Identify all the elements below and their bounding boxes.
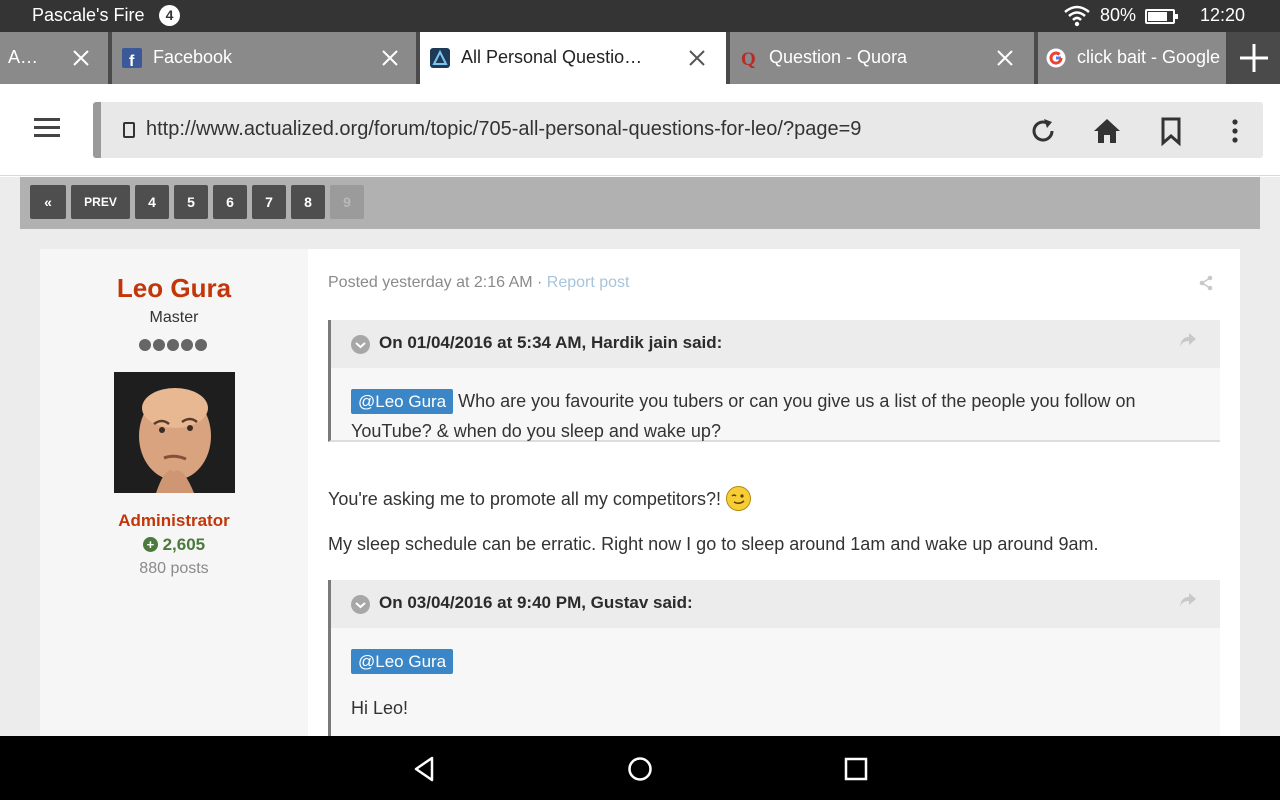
tab-title: A…: [8, 47, 39, 67]
quote-citation: On 03/04/2016 at 9:40 PM, Gustav said:: [379, 593, 693, 612]
tab-title: All Personal Questio…: [461, 47, 643, 67]
author-rank: Master: [149, 309, 199, 326]
go-to-quoted-post-icon[interactable]: [1179, 332, 1197, 348]
actualized-icon: [430, 48, 450, 68]
system-nav-bar: [0, 736, 1280, 800]
facebook-icon: f: [122, 48, 142, 68]
hamburger-menu-icon[interactable]: [34, 118, 60, 140]
forum-post: Leo Gura Master Administrator + 2,605 88…: [40, 249, 1240, 736]
chevron-down-icon[interactable]: [351, 595, 370, 614]
quote-text: Who are you favourite you tubers or can …: [351, 391, 1136, 441]
tab-strip: A… f Facebook All Personal Questio… Q Qu…: [0, 32, 1280, 84]
url-text[interactable]: http://www.actualized.org/forum/topic/70…: [146, 118, 861, 141]
meta-separator: ·: [532, 274, 547, 291]
close-icon[interactable]: [995, 48, 1015, 68]
notification-app-title: Pascale's Fire: [32, 5, 145, 25]
back-icon[interactable]: [410, 754, 440, 784]
first-page-button[interactable]: «: [30, 185, 66, 219]
mention-tag[interactable]: @Leo Gura: [351, 649, 454, 674]
avatar[interactable]: [114, 372, 235, 493]
reply-paragraph: My sleep schedule can be erratic. Right …: [328, 534, 1099, 554]
page-4-button[interactable]: 4: [135, 185, 169, 219]
reputation-value: 2,605: [162, 535, 206, 554]
tab-partial[interactable]: A…: [0, 32, 110, 84]
author-group: Administrator: [118, 511, 230, 530]
share-icon[interactable]: [1198, 275, 1214, 291]
chevron-down-icon[interactable]: [351, 335, 370, 354]
svg-text:f: f: [129, 53, 135, 68]
close-icon[interactable]: [71, 48, 91, 68]
battery-percent: 80%: [1100, 5, 1137, 25]
bookmark-icon[interactable]: [1156, 116, 1186, 146]
page-6-button[interactable]: 6: [213, 185, 247, 219]
quora-icon: Q: [741, 49, 756, 68]
quote-citation: On 01/04/2016 at 5:34 AM, Hardik jain sa…: [379, 333, 723, 352]
close-icon[interactable]: [380, 48, 400, 68]
rank-pips: [139, 338, 209, 356]
post-content: Posted yesterday at 2:16 AM · Report pos…: [328, 249, 1220, 736]
new-tab-plus-icon[interactable]: [1228, 32, 1280, 84]
author-panel: Leo Gura Master Administrator + 2,605 88…: [40, 249, 308, 736]
wifi-icon: [1064, 5, 1090, 27]
svg-text:Q: Q: [741, 49, 756, 68]
home-circle-icon[interactable]: [625, 754, 655, 784]
wink-emoji-icon: [725, 486, 751, 511]
page-info-icon[interactable]: [123, 122, 135, 138]
reply-paragraph: You're asking me to promote all my compe…: [328, 486, 751, 511]
tab-title: Facebook: [153, 47, 233, 67]
quote-block: On 03/04/2016 at 9:40 PM, Gustav said: @…: [328, 580, 1220, 736]
tab-actualized[interactable]: All Personal Questio…: [420, 32, 728, 84]
mention-tag[interactable]: @Leo Gura: [351, 389, 454, 414]
quote-body: @Leo Gura Who are you favourite you tube…: [331, 368, 1220, 446]
clock: 12:20: [1200, 5, 1246, 25]
pagination: « PREV 4 5 6 7 8 9: [20, 177, 1260, 229]
author-name[interactable]: Leo Gura: [40, 273, 308, 304]
page-7-button[interactable]: 7: [252, 185, 286, 219]
tab-quora[interactable]: Q Question - Quora: [730, 32, 1036, 84]
overflow-menu-icon[interactable]: [1220, 116, 1250, 146]
quote-body: @Leo Gura Hi Leo!: [331, 628, 1220, 723]
reply-text: You're asking me to promote all my compe…: [328, 489, 726, 509]
report-post-link[interactable]: Report post: [547, 274, 630, 291]
notification-count-badge: 4: [159, 5, 180, 26]
author-post-count: 880 posts: [139, 560, 209, 577]
address-bar[interactable]: http://www.actualized.org/forum/topic/70…: [93, 102, 1263, 158]
google-icon: [1046, 48, 1066, 68]
current-page-indicator: 9: [330, 185, 364, 219]
tab-google[interactable]: click bait - Google: [1038, 32, 1228, 84]
go-to-quoted-post-icon[interactable]: [1179, 592, 1197, 608]
post-meta: Posted yesterday at 2:16 AM · Report pos…: [328, 274, 630, 292]
browser-toolbar: http://www.actualized.org/forum/topic/70…: [0, 84, 1280, 176]
home-icon[interactable]: [1092, 116, 1122, 146]
tab-facebook[interactable]: f Facebook: [112, 32, 418, 84]
reload-icon[interactable]: [1028, 116, 1058, 146]
web-page: « PREV 4 5 6 7 8 9 Leo Gura Master Admin…: [0, 177, 1280, 736]
quote-text: Hi Leo!: [351, 698, 409, 718]
tab-title: click bait - Google: [1077, 47, 1221, 67]
status-bar: Pascale's Fire 4 80% 12:20: [0, 0, 1280, 32]
page-8-button[interactable]: 8: [291, 185, 325, 219]
page-5-button[interactable]: 5: [174, 185, 208, 219]
tab-title: Question - Quora: [769, 47, 908, 67]
quote-block: On 01/04/2016 at 5:34 AM, Hardik jain sa…: [328, 320, 1220, 442]
post-timestamp[interactable]: Posted yesterday at 2:16 AM: [328, 274, 533, 291]
plus-circle-icon: +: [142, 537, 158, 552]
reputation-badge: + 2,605: [40, 535, 308, 555]
prev-page-button[interactable]: PREV: [71, 185, 130, 219]
quote-header: On 01/04/2016 at 5:34 AM, Hardik jain sa…: [331, 320, 1220, 368]
quote-header: On 03/04/2016 at 9:40 PM, Gustav said:: [331, 580, 1220, 628]
close-icon[interactable]: [687, 48, 707, 68]
recents-square-icon[interactable]: [841, 754, 871, 784]
battery-icon: [1145, 9, 1178, 24]
